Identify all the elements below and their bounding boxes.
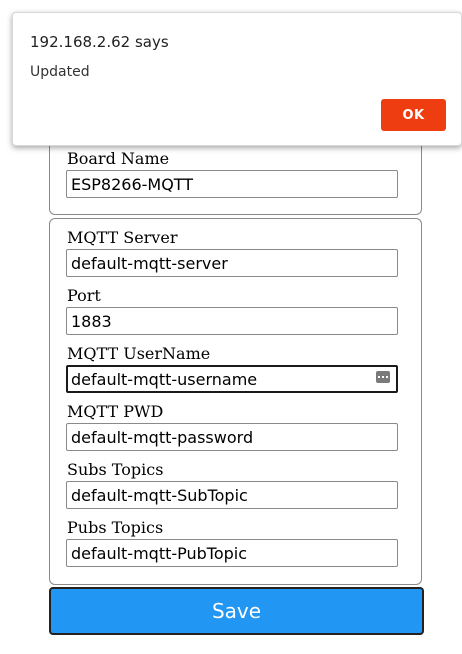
port-input[interactable] bbox=[66, 307, 398, 335]
board-name-label: Board Name bbox=[67, 149, 170, 168]
board-name-input[interactable] bbox=[66, 170, 398, 198]
subs-topics-input[interactable] bbox=[66, 481, 398, 509]
dialog-message: Updated bbox=[30, 64, 90, 80]
pubs-topics-label: Pubs Topics bbox=[67, 518, 164, 537]
save-button[interactable]: Save bbox=[49, 587, 424, 635]
mqtt-username-input[interactable] bbox=[66, 365, 398, 393]
ok-button[interactable]: OK bbox=[381, 99, 446, 131]
mqtt-server-label: MQTT Server bbox=[67, 228, 178, 247]
mqtt-username-wrapper bbox=[66, 365, 398, 393]
mqtt-username-label: MQTT UserName bbox=[67, 344, 211, 363]
mqtt-server-input[interactable] bbox=[66, 249, 398, 277]
mqtt-pwd-input[interactable] bbox=[66, 423, 398, 451]
dialog-title: 192.168.2.62 says bbox=[30, 33, 169, 51]
mqtt-pwd-label: MQTT PWD bbox=[67, 402, 164, 421]
mqtt-fieldset: MQTT Server Port MQTT UserName MQTT PWD … bbox=[49, 218, 422, 585]
alert-dialog: 192.168.2.62 says Updated OK bbox=[12, 12, 462, 146]
key-icon[interactable] bbox=[376, 371, 390, 383]
subs-topics-label: Subs Topics bbox=[67, 460, 164, 479]
pubs-topics-input[interactable] bbox=[66, 539, 398, 567]
port-label: Port bbox=[67, 286, 101, 305]
